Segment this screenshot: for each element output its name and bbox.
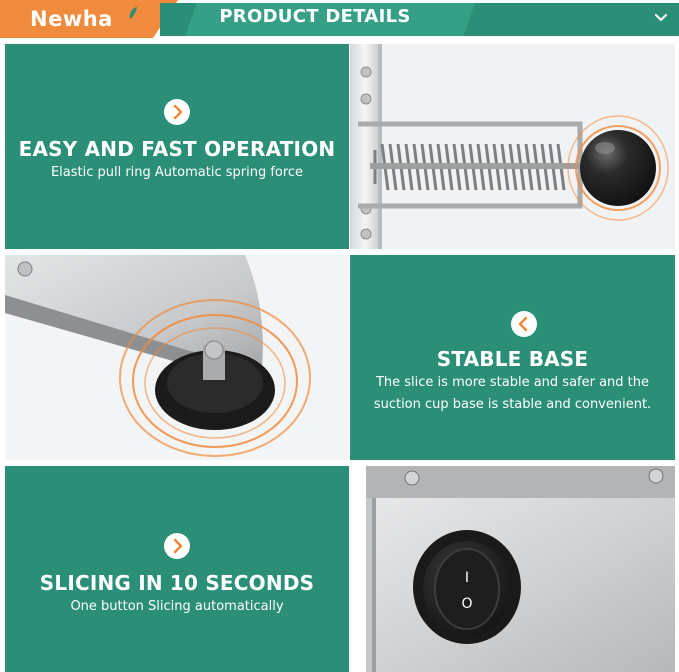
suction-base-photo bbox=[5, 255, 349, 460]
chevron-right-icon bbox=[173, 538, 183, 554]
chevron-left-icon bbox=[518, 316, 528, 332]
chevron-left-button bbox=[511, 311, 537, 337]
power-switch-photo: I O bbox=[366, 466, 675, 672]
leaf-icon bbox=[129, 7, 137, 19]
feature-headline: EASY AND FAST OPERATION bbox=[18, 137, 336, 161]
suction-base-illustration bbox=[5, 255, 311, 457]
feature-description: Elastic pull ring Automatic spring force bbox=[50, 165, 304, 180]
spring-handle-photo bbox=[350, 44, 675, 249]
chevron-right-button bbox=[164, 99, 190, 125]
header: Newha PRODUCT DETAILS bbox=[0, 0, 679, 38]
chevron-down-icon[interactable] bbox=[651, 8, 671, 28]
spring-handle-illustration bbox=[350, 44, 669, 249]
feature-description-line2: suction cup base is stable and convenien… bbox=[373, 397, 652, 412]
chevron-right-icon bbox=[173, 104, 183, 120]
feature-headline: SLICING IN 10 SECONDS bbox=[39, 571, 315, 595]
page-title: PRODUCT DETAILS bbox=[219, 6, 411, 27]
feature-description: One button Slicing automatically bbox=[70, 599, 284, 614]
feature-panel-slicing: SLICING IN 10 SECONDS One button Slicing… bbox=[5, 466, 349, 672]
chevron-right-button bbox=[164, 533, 190, 559]
feature-headline: STABLE BASE bbox=[436, 347, 589, 371]
power-switch-illustration: I O bbox=[366, 466, 675, 672]
switch-off-symbol: O bbox=[461, 596, 472, 612]
feature-panel-stable-base: STABLE BASE The slice is more stable and… bbox=[350, 255, 675, 460]
brand-logo: Newha bbox=[30, 7, 113, 31]
feature-panel-easy-operation: EASY AND FAST OPERATION Elastic pull rin… bbox=[5, 44, 349, 249]
feature-description-line1: The slice is more stable and safer and t… bbox=[375, 375, 650, 390]
switch-on-symbol: I bbox=[465, 570, 469, 586]
